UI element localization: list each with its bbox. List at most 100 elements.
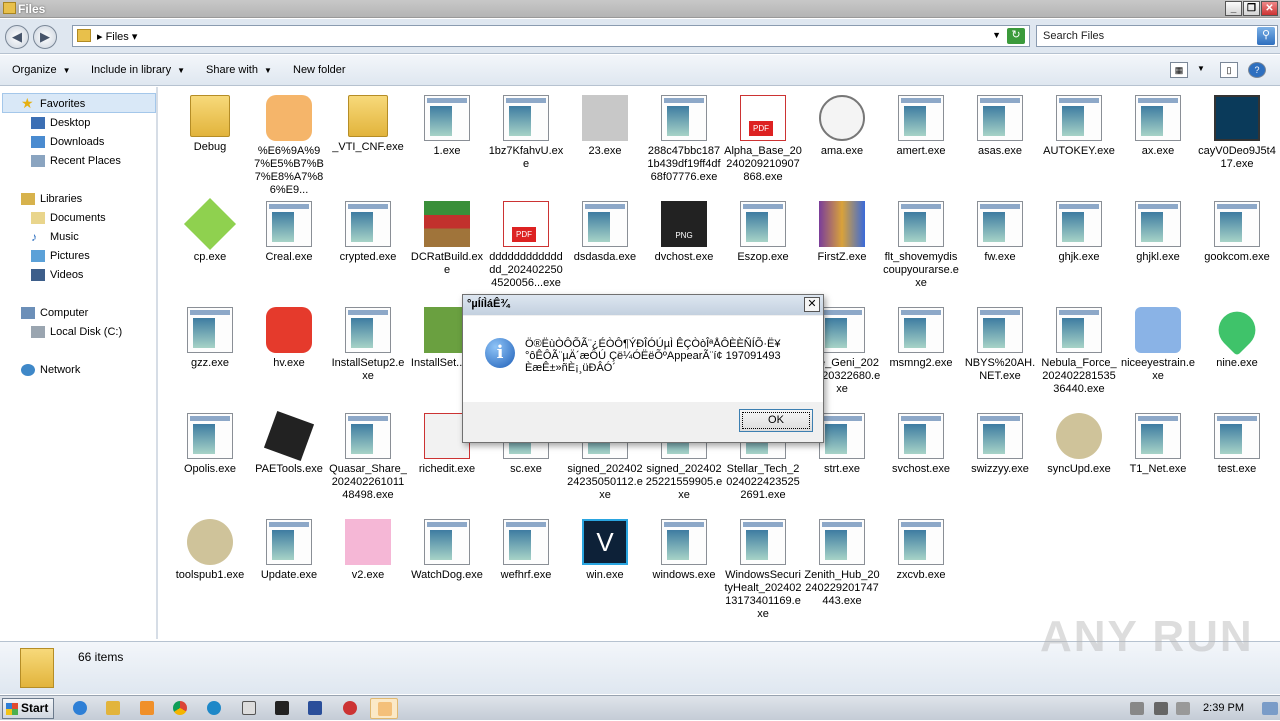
- start-button[interactable]: Start: [2, 698, 54, 719]
- nav-computer[interactable]: Computer: [40, 307, 88, 319]
- back-button[interactable]: ◀: [5, 25, 29, 49]
- new-folder-button[interactable]: New folder: [293, 64, 346, 76]
- file-item[interactable]: Nebula_Force_20240228153536440.exe: [1040, 307, 1118, 396]
- file-item[interactable]: ax.exe: [1119, 95, 1197, 158]
- file-item[interactable]: Vwin.exe: [566, 519, 644, 582]
- file-item[interactable]: FirstZ.exe: [803, 201, 881, 264]
- file-item[interactable]: Opolis.exe: [171, 413, 249, 476]
- file-item[interactable]: Zenith_Hub_20240229201747443.exe: [803, 519, 881, 608]
- nav-downloads[interactable]: Downloads: [50, 136, 104, 148]
- nav-videos[interactable]: Videos: [50, 269, 83, 281]
- view-options-icon[interactable]: ▦: [1170, 62, 1188, 78]
- file-item[interactable]: niceeyestrain.exe: [1119, 307, 1197, 383]
- taskbar-explorer[interactable]: [99, 698, 127, 719]
- flag-icon[interactable]: [1176, 702, 1190, 715]
- search-input[interactable]: Search Files ⚲: [1036, 25, 1278, 47]
- taskbar-ie[interactable]: [66, 698, 94, 719]
- file-item[interactable]: dddddddddddddd_2024022504520056...exe: [487, 201, 565, 290]
- preview-pane-icon[interactable]: ▯: [1220, 62, 1238, 78]
- help-icon[interactable]: ?: [1248, 62, 1266, 78]
- file-item[interactable]: PAETools.exe: [250, 410, 328, 476]
- share-with-button[interactable]: Share with ▼: [206, 64, 272, 76]
- file-item[interactable]: Update.exe: [250, 519, 328, 582]
- taskbar-app-1[interactable]: [235, 698, 263, 719]
- file-item[interactable]: wefhrf.exe: [487, 519, 565, 582]
- file-item[interactable]: WatchDog.exe: [408, 519, 486, 582]
- nav-local-disk[interactable]: Local Disk (C:): [50, 326, 122, 338]
- show-desktop-icon[interactable]: [1262, 702, 1278, 715]
- file-item[interactable]: asas.exe: [961, 95, 1039, 158]
- file-item[interactable]: T1_Net.exe: [1119, 413, 1197, 476]
- taskbar-media-player[interactable]: [133, 698, 161, 719]
- taskbar-edge[interactable]: [200, 698, 228, 719]
- file-item[interactable]: _VTI_CNF.exe: [329, 95, 407, 154]
- file-item[interactable]: syncUpd.exe: [1040, 413, 1118, 476]
- file-item[interactable]: ama.exe: [803, 95, 881, 158]
- address-box[interactable]: ▸ Files ▾ ▼ ↻: [72, 25, 1030, 47]
- file-item[interactable]: DCRatBuild.exe: [408, 201, 486, 277]
- file-item[interactable]: Alpha_Base_20240209210907868.exe: [724, 95, 802, 184]
- file-item[interactable]: test.exe: [1198, 413, 1276, 476]
- speaker-icon[interactable]: [1130, 702, 1144, 715]
- file-item[interactable]: ghjkl.exe: [1119, 201, 1197, 264]
- chevron-down-icon[interactable]: ▼: [1197, 64, 1205, 73]
- file-item[interactable]: %E6%9A%97%E5%B7%B7%E8%A7%86%E9...: [250, 95, 328, 197]
- nav-pictures[interactable]: Pictures: [50, 250, 90, 262]
- file-item[interactable]: WindowsSecurityHealt_20240213173401169.e…: [724, 519, 802, 621]
- nav-desktop[interactable]: Desktop: [50, 117, 90, 129]
- nav-favorites[interactable]: Favorites: [40, 98, 85, 110]
- refresh-icon[interactable]: ↻: [1007, 28, 1025, 44]
- search-icon[interactable]: ⚲: [1257, 27, 1275, 45]
- file-item[interactable]: Creal.exe: [250, 201, 328, 264]
- file-item[interactable]: crypted.exe: [329, 201, 407, 264]
- file-item[interactable]: PNG dvchost.exe: [645, 201, 723, 264]
- file-item[interactable]: 23.exe: [566, 95, 644, 158]
- file-item[interactable]: cp.exe: [171, 197, 249, 264]
- taskbar-active-app[interactable]: [370, 698, 398, 719]
- close-button[interactable]: ✕: [1261, 1, 1278, 16]
- file-item[interactable]: Debug: [171, 95, 249, 154]
- clock[interactable]: 2:39 PM: [1203, 702, 1244, 714]
- nav-recent-places[interactable]: Recent Places: [50, 155, 121, 167]
- file-item[interactable]: AUTOKEY.exe: [1040, 95, 1118, 158]
- file-item[interactable]: svchost.exe: [882, 413, 960, 476]
- taskbar-app-2[interactable]: [268, 698, 296, 719]
- nav-music[interactable]: Music: [50, 231, 79, 243]
- file-item[interactable]: InstallSetup2.exe: [329, 307, 407, 383]
- file-item[interactable]: hv.exe: [250, 307, 328, 370]
- file-item[interactable]: Eszop.exe: [724, 201, 802, 264]
- file-item[interactable]: gzz.exe: [171, 307, 249, 370]
- file-item[interactable]: toolspub1.exe: [171, 519, 249, 582]
- organize-button[interactable]: Organize ▼: [12, 64, 71, 76]
- maximize-button[interactable]: ❐: [1243, 1, 1260, 16]
- file-item[interactable]: v2.exe: [329, 519, 407, 582]
- ok-button[interactable]: OK: [739, 409, 813, 432]
- network-tray-icon[interactable]: [1154, 702, 1168, 715]
- file-item[interactable]: ghjk.exe: [1040, 201, 1118, 264]
- file-item[interactable]: dsdasda.exe: [566, 201, 644, 264]
- chevron-down-icon[interactable]: ▼: [992, 30, 1001, 40]
- dialog-close-button[interactable]: ✕: [804, 297, 820, 312]
- address-path[interactable]: ▸ Files ▾: [97, 30, 137, 43]
- nav-network[interactable]: Network: [40, 364, 80, 376]
- file-item[interactable]: flt_shovemydiscoupyourarse.exe: [882, 201, 960, 290]
- minimize-button[interactable]: _: [1225, 1, 1242, 16]
- file-item[interactable]: NBYS%20AH.NET.exe: [961, 307, 1039, 383]
- file-item[interactable]: 1bz7KfahvU.exe: [487, 95, 565, 171]
- file-item[interactable]: fw.exe: [961, 201, 1039, 264]
- nav-documents[interactable]: Documents: [50, 212, 106, 224]
- file-item[interactable]: zxcvb.exe: [882, 519, 960, 582]
- taskbar-app-3[interactable]: [301, 698, 329, 719]
- taskbar-app-4[interactable]: [336, 698, 364, 719]
- file-item[interactable]: cayV0Deo9J5t417.exe: [1198, 95, 1276, 171]
- file-item[interactable]: 1.exe: [408, 95, 486, 158]
- file-item[interactable]: nine.exe: [1198, 303, 1276, 370]
- file-item[interactable]: msmng2.exe: [882, 307, 960, 370]
- taskbar-chrome[interactable]: [166, 698, 194, 719]
- forward-button[interactable]: ▶: [33, 25, 57, 49]
- file-item[interactable]: amert.exe: [882, 95, 960, 158]
- file-item[interactable]: 288c47bbc1871b439df19ff4df68f07776.exe: [645, 95, 723, 184]
- file-item[interactable]: Quasar_Share_20240226101148498.exe: [329, 413, 407, 502]
- include-in-library-button[interactable]: Include in library ▼: [91, 64, 185, 76]
- file-item[interactable]: swizzyy.exe: [961, 413, 1039, 476]
